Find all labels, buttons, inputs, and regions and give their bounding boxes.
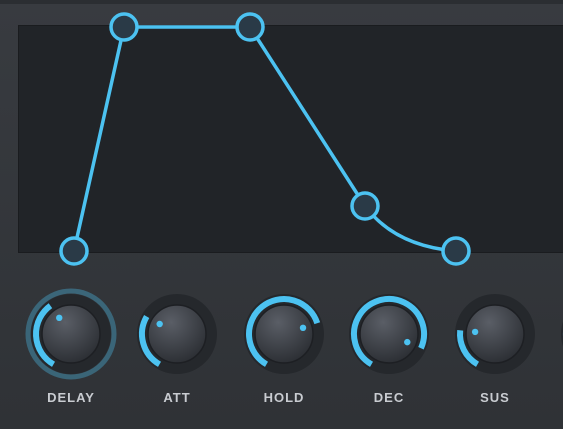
att-label: ATT: [163, 390, 191, 405]
delay-label: DELAY: [47, 390, 95, 405]
hold-handle[interactable]: [235, 12, 265, 42]
sus-label: SUS: [480, 390, 510, 405]
dec-label: DEC: [373, 390, 405, 405]
delay-knob[interactable]: DELAY: [21, 284, 121, 424]
knob-body: [254, 304, 314, 364]
hold-label: HOLD: [263, 390, 305, 405]
envelope-panel: DELAY ATT HOLD DEC SUS: [0, 0, 563, 429]
knob-body: [147, 304, 207, 364]
dec-knob[interactable]: DEC: [339, 284, 439, 424]
sus-knob[interactable]: SUS: [445, 284, 545, 424]
attack-handle[interactable]: [109, 12, 139, 42]
envelope-curve: [72, 25, 457, 253]
knob-indicator-dot: [404, 338, 411, 346]
att-knob[interactable]: ATT: [127, 284, 227, 424]
knob-row: DELAY ATT HOLD DEC SUS: [0, 284, 563, 429]
envelope-graph: [59, 12, 471, 266]
knob-body: [41, 304, 101, 364]
knob-indicator-dot: [56, 314, 63, 322]
partial-knob-edge[interactable]: [551, 284, 563, 424]
hold-knob[interactable]: HOLD: [234, 284, 334, 424]
knob-indicator-dot: [299, 324, 307, 332]
knob-indicator-dot: [471, 328, 479, 336]
decay-handle[interactable]: [350, 191, 380, 221]
sustain-handle[interactable]: [441, 236, 471, 266]
knob-body: [359, 304, 419, 364]
delay-handle[interactable]: [59, 236, 89, 266]
knob-indicator-dot: [156, 320, 163, 328]
